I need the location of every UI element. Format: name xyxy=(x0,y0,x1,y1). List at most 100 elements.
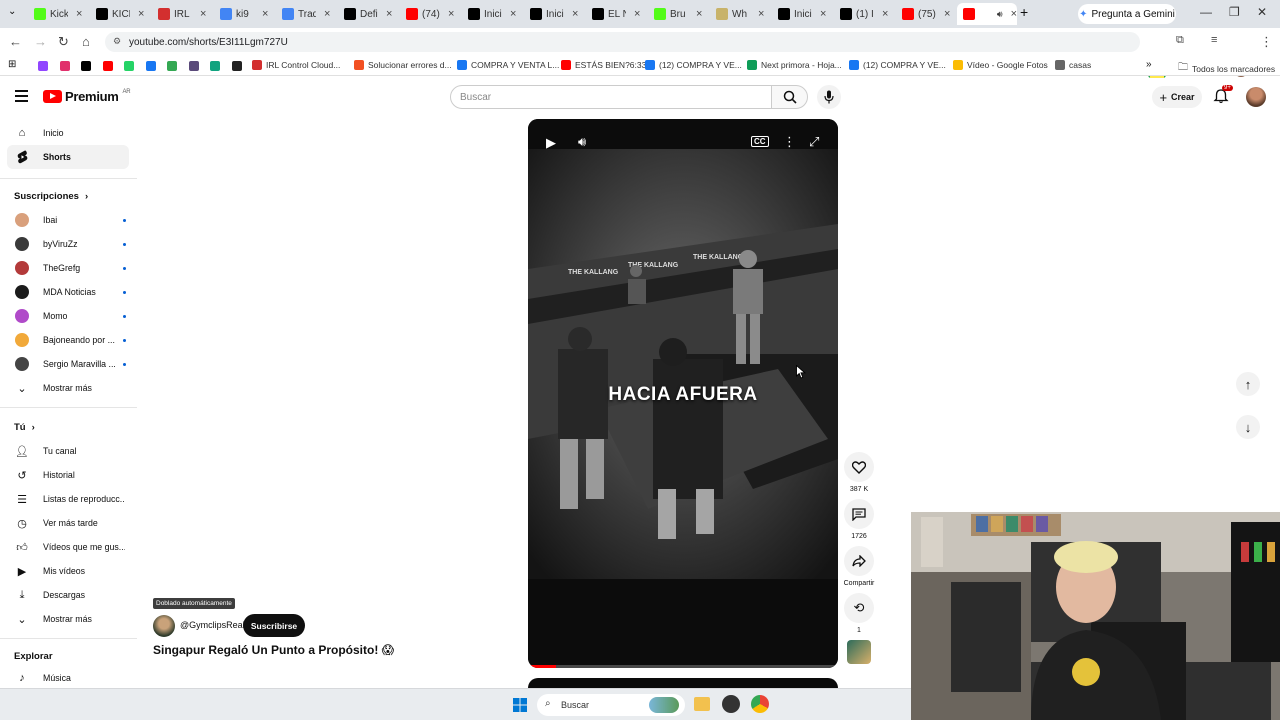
browser-tab[interactable]: Defi × xyxy=(338,3,398,25)
voice-search-button[interactable] xyxy=(817,85,841,109)
bookmark-item[interactable]: Solucionar errores d... xyxy=(354,60,452,70)
obs-icon[interactable] xyxy=(722,695,740,713)
google-sheets-icon[interactable] xyxy=(167,61,177,71)
minimize-button[interactable]: — xyxy=(1200,5,1212,19)
bookmark-item[interactable]: IRL Control Cloud... xyxy=(252,60,340,70)
search-input[interactable]: Buscar xyxy=(450,85,772,109)
extensions-puzzle-icon[interactable]: ⧉ xyxy=(1176,34,1184,47)
close-tab-icon[interactable]: × xyxy=(758,8,764,20)
browser-tab[interactable]: (74) × xyxy=(400,3,460,25)
bookmark-item[interactable]: casas xyxy=(1055,60,1091,70)
browser-tab[interactable]: Inici × xyxy=(524,3,584,25)
youtube-icon[interactable] xyxy=(102,61,113,71)
browser-tab[interactable]: Bru × xyxy=(648,3,708,25)
you-header[interactable]: Tú › xyxy=(14,422,35,433)
play-icon[interactable]: ▶ xyxy=(546,135,556,151)
close-tab-icon[interactable]: × xyxy=(696,8,702,20)
audio-playing-icon[interactable]: 🔊︎ xyxy=(997,9,1003,20)
instagram-icon[interactable] xyxy=(59,61,70,71)
close-tab-icon[interactable]: × xyxy=(200,8,206,20)
browser-tab[interactable]: Inici × xyxy=(772,3,832,25)
file-explorer-icon[interactable] xyxy=(694,697,710,711)
sidebar-item-playlist[interactable]: ☰ Listas de reproducc... xyxy=(7,487,129,511)
next-short-button[interactable]: ↓ xyxy=(1236,415,1260,439)
share-button[interactable]: Compartir xyxy=(843,546,875,587)
account-avatar[interactable] xyxy=(1246,87,1266,107)
previous-short-button[interactable]: ↑ xyxy=(1236,372,1260,396)
closed-captions-icon[interactable]: CC xyxy=(751,136,769,147)
search-button[interactable] xyxy=(771,85,808,109)
subscription-item[interactable]: byViruZz xyxy=(7,232,129,256)
browser-tab[interactable]: (75) × xyxy=(896,3,956,25)
close-tab-icon[interactable]: × xyxy=(324,8,330,20)
you-show-more[interactable]: ⌄ Mostrar más xyxy=(7,607,129,631)
close-tab-icon[interactable]: × xyxy=(510,8,516,20)
bookmark-item[interactable]: ESTÁS BIEN?6:33 xyxy=(561,60,646,70)
x-icon[interactable] xyxy=(81,61,91,71)
more-bookmarks-icon[interactable]: » xyxy=(1146,59,1152,70)
subscription-item[interactable]: Ibai xyxy=(7,208,129,232)
bookmark-item[interactable]: Next primora - Hoja... xyxy=(747,60,842,70)
chrome-icon[interactable] xyxy=(751,695,769,713)
new-tab-button[interactable]: + xyxy=(1020,4,1028,20)
close-tab-icon[interactable]: × xyxy=(262,8,268,20)
browser-menu-icon[interactable]: ⋮ xyxy=(1260,34,1273,50)
video-progress-bar[interactable] xyxy=(528,665,838,668)
like-button[interactable]: 387 K xyxy=(843,452,875,493)
subscription-item[interactable]: MDA Noticias xyxy=(7,280,129,304)
sidebar-item-download[interactable]: ⤓ Descargas xyxy=(7,583,129,607)
comments-button[interactable]: 1726 xyxy=(843,499,875,540)
all-bookmarks[interactable]: 🗀 Todos los marcadores xyxy=(1178,60,1275,77)
site-info-icon[interactable]: ⚙ xyxy=(113,36,121,47)
taskbar-search[interactable]: ⌕ Buscar xyxy=(537,694,685,716)
fullscreen-icon[interactable]: ⤢ xyxy=(809,134,819,150)
close-tab-icon[interactable]: × xyxy=(1011,8,1017,20)
sidebar-item-history[interactable]: ↺ Historial xyxy=(7,463,129,487)
remix-button[interactable]: ⟲ 1 xyxy=(843,593,875,634)
browser-tab[interactable]: Wh × xyxy=(710,3,770,25)
bookmark-item[interactable]: Vídeo - Google Fotos xyxy=(953,60,1048,70)
facebook-icon[interactable] xyxy=(145,61,156,71)
browser-tab[interactable]: EL N × xyxy=(586,3,646,25)
maximize-button[interactable]: ❐ xyxy=(1229,5,1240,19)
close-tab-icon[interactable]: × xyxy=(386,8,392,20)
back-arrow-icon[interactable]: ← xyxy=(9,34,22,49)
home-icon[interactable]: ⌂ xyxy=(82,34,90,49)
close-tab-icon[interactable]: × xyxy=(138,8,144,20)
close-tab-icon[interactable]: × xyxy=(572,8,578,20)
sidebar-item-inicio[interactable]: ⌂ Inicio xyxy=(7,121,129,145)
notifications-button[interactable]: 9+ xyxy=(1213,85,1233,106)
subs-show-more[interactable]: ⌄ Mostrar más xyxy=(7,376,129,400)
chatgpt-icon[interactable] xyxy=(210,61,220,71)
close-tab-icon[interactable]: × xyxy=(76,8,82,20)
shorts-player[interactable]: THE KALLANG THE KALLANG THE KALLANG HACI… xyxy=(528,119,838,668)
close-tab-icon[interactable]: × xyxy=(634,8,640,20)
close-tab-icon[interactable]: × xyxy=(882,8,888,20)
subscriptions-header[interactable]: Suscripciones › xyxy=(14,191,88,202)
twitch-icon[interactable] xyxy=(38,61,48,71)
channel-avatar[interactable] xyxy=(153,615,175,637)
youtube-premium-logo[interactable]: Premium AR xyxy=(43,89,131,104)
browser-tab[interactable]: Kick × xyxy=(28,3,88,25)
browser-tab[interactable]: IRL × xyxy=(152,3,212,25)
close-tab-icon[interactable]: × xyxy=(820,8,826,20)
bookmark-item[interactable]: (12) COMPRA Y VE... xyxy=(645,60,742,70)
media-queue-icon[interactable]: ≡ xyxy=(1211,34,1217,46)
browser-tab[interactable]: Inici × xyxy=(462,3,522,25)
browser-tab[interactable]: ki9 × xyxy=(214,3,274,25)
sidebar-item-shorts[interactable]: Shorts xyxy=(7,145,129,169)
sidebar-item-musica[interactable]: ♪ Música xyxy=(7,666,129,690)
close-window-button[interactable]: ✕ xyxy=(1257,5,1267,19)
more-options-icon[interactable]: ⋮ xyxy=(783,134,796,150)
whatsapp-icon[interactable] xyxy=(124,61,134,71)
apps-grid-icon[interactable]: ⊞ xyxy=(8,59,16,70)
browser-tab[interactable]: (1) I × xyxy=(834,3,894,25)
subscription-item[interactable]: Momo xyxy=(7,304,129,328)
browser-tab[interactable]: KICK × xyxy=(90,3,150,25)
sidebar-item-user[interactable]: 👤︎ Tu canal xyxy=(7,439,129,463)
gemini-button[interactable]: ✦ Pregunta a Gemini xyxy=(1078,4,1176,24)
tab-search-chevron-icon[interactable]: ⌄ xyxy=(8,6,16,17)
bookmark-item[interactable]: (12) COMPRA Y VE... xyxy=(849,60,946,70)
windows-start-icon[interactable] xyxy=(513,698,527,712)
sidebar-item-video[interactable]: ▶ Mis vídeos xyxy=(7,559,129,583)
